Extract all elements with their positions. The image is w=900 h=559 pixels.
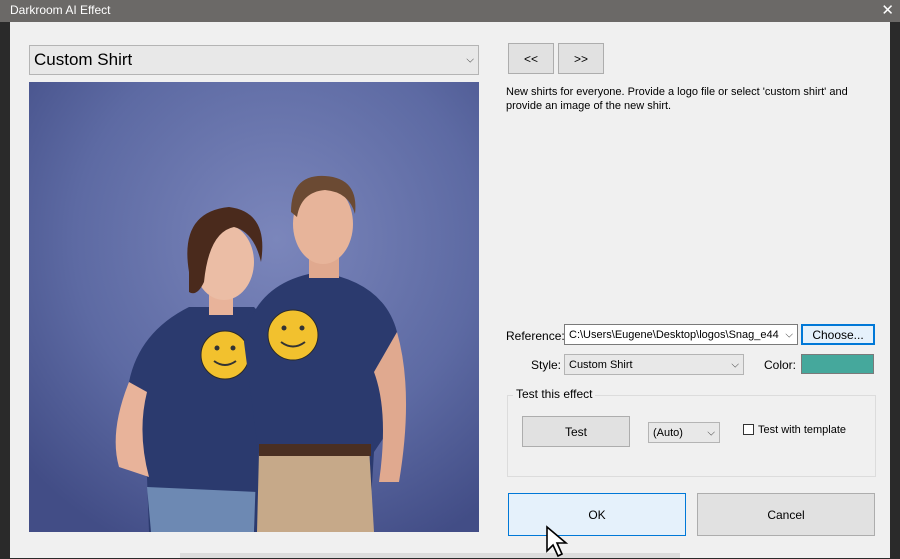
next-button[interactable]: >>	[558, 43, 604, 74]
test-with-template-label: Test with template	[758, 424, 847, 436]
style-select[interactable]: Custom Shirt ⌵	[564, 354, 744, 375]
cancel-button[interactable]: Cancel	[697, 493, 875, 536]
test-button[interactable]: Test	[522, 416, 630, 447]
reference-label: Reference:	[506, 329, 565, 343]
mouse-cursor-icon	[546, 525, 569, 558]
test-group-legend: Test this effect	[513, 387, 596, 401]
chevron-down-icon: ⌵	[785, 329, 793, 340]
color-label: Color:	[764, 358, 797, 372]
window-title: Darkroom AI Effect	[10, 3, 111, 17]
effect-select[interactable]: Custom Shirt ⌵	[29, 45, 479, 75]
test-with-template-checkbox[interactable]	[743, 424, 754, 435]
choose-button[interactable]: Choose...	[801, 324, 875, 345]
reference-path-input[interactable]: C:\Users\Eugene\Desktop\logos\Snag_e44c …	[564, 324, 798, 345]
man-belt	[259, 444, 371, 456]
chevron-down-icon: ⌵	[466, 54, 474, 66]
prev-button[interactable]: <<	[508, 43, 554, 74]
chevron-down-icon: ⌵	[707, 427, 715, 438]
chevron-down-icon: ⌵	[731, 359, 739, 370]
smiley-right	[267, 309, 319, 361]
reference-path-value: C:\Users\Eugene\Desktop\logos\Snag_e44c	[569, 328, 779, 341]
close-icon[interactable]: ✕	[881, 1, 894, 19]
effect-description: New shirts for everyone. Provide a logo …	[506, 86, 848, 112]
style-label: Style:	[531, 358, 562, 372]
effect-select-value: Custom Shirt	[34, 50, 133, 69]
test-mode-select[interactable]: (Auto) ⌵	[648, 422, 720, 443]
style-select-value: Custom Shirt	[569, 358, 633, 371]
test-mode-value: (Auto)	[653, 426, 683, 439]
ok-button[interactable]: OK	[508, 493, 686, 536]
dialog-body: Custom Shirt ⌵ << >> New shirts for ever…	[10, 22, 890, 558]
man-pants	[257, 447, 374, 532]
color-swatch[interactable]	[801, 354, 874, 374]
smiley-left	[200, 330, 250, 380]
woman-jeans	[147, 487, 257, 532]
title-bar: Darkroom AI Effect ✕	[0, 0, 900, 22]
bottom-edge	[180, 553, 680, 558]
preview-image	[29, 82, 479, 532]
